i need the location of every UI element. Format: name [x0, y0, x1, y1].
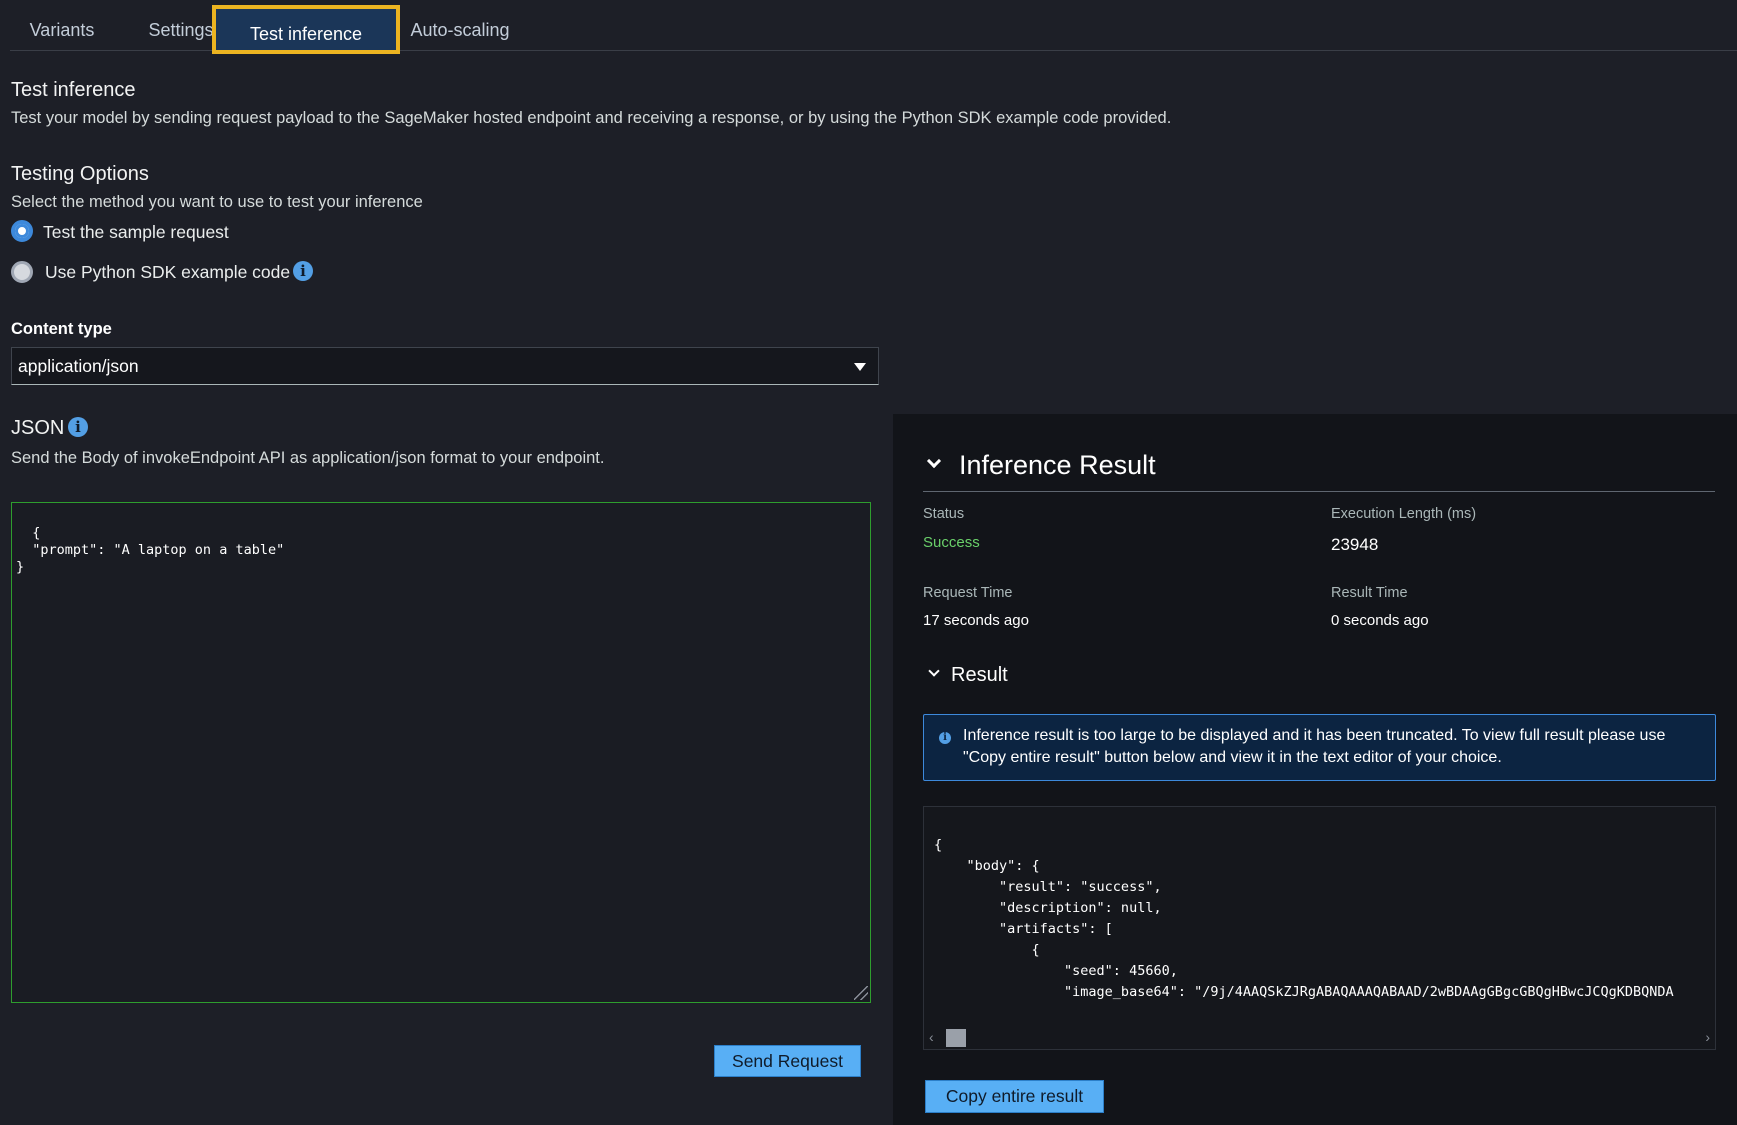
chevron-down-icon — [854, 363, 866, 371]
scrollbar-thumb[interactable] — [946, 1029, 966, 1047]
json-payload-editor[interactable]: { "prompt": "A laptop on a table" } — [11, 502, 871, 1003]
content-type-select[interactable]: application/json — [11, 347, 879, 385]
info-icon[interactable]: i — [293, 261, 313, 281]
inference-result-panel: Inference Result Status Success Executio… — [893, 414, 1737, 1125]
tab-auto-scaling[interactable]: Auto-scaling — [402, 10, 518, 50]
tab-variants[interactable]: Variants — [20, 10, 104, 50]
status-label: Status — [923, 506, 965, 522]
inference-result-header[interactable]: Inference Result — [923, 444, 1715, 492]
horizontal-scrollbar[interactable]: ‹ › — [924, 1027, 1715, 1049]
radio-label-python-sdk[interactable]: Use Python SDK example code — [45, 262, 290, 283]
tab-test-inference[interactable]: Test inference — [212, 5, 400, 54]
result-json-text: { "body": { "result": "success", "descri… — [934, 837, 1674, 1000]
scroll-right-icon[interactable]: › — [1705, 1029, 1710, 1045]
radio-label-test-sample[interactable]: Test the sample request — [43, 222, 229, 243]
inference-result-title: Inference Result — [959, 450, 1156, 480]
copy-entire-result-button[interactable]: Copy entire result — [925, 1080, 1104, 1113]
section-description: Test your model by sending request paylo… — [11, 109, 1172, 127]
alert-message: Inference result is too large to be disp… — [963, 727, 1666, 766]
chevron-down-icon[interactable] — [928, 665, 940, 677]
execution-length-label: Execution Length (ms) — [1331, 506, 1477, 522]
execution-length-value: 23948 — [1331, 535, 1379, 554]
json-description: Send the Body of invokeEndpoint API as a… — [11, 449, 605, 467]
chevron-down-icon[interactable] — [926, 453, 942, 469]
result-time-value: 0 seconds ago — [1331, 612, 1429, 629]
radio-python-sdk[interactable] — [11, 261, 33, 283]
info-icon: i — [939, 732, 951, 744]
resize-handle-icon[interactable] — [854, 986, 868, 1000]
info-icon[interactable]: i — [68, 417, 88, 437]
result-time-label: Result Time — [1331, 585, 1408, 601]
request-time-value: 17 seconds ago — [923, 612, 1029, 629]
content-type-value: application/json — [18, 356, 139, 376]
result-code-view[interactable]: { "body": { "result": "success", "descri… — [923, 806, 1716, 1050]
truncation-alert: i Inference result is too large to be di… — [923, 714, 1716, 781]
content-type-label: Content type — [11, 320, 112, 338]
testing-options-title: Testing Options — [11, 163, 149, 185]
json-title: JSON — [11, 417, 65, 439]
send-request-button[interactable]: Send Request — [714, 1045, 861, 1077]
testing-options-description: Select the method you want to use to tes… — [11, 193, 423, 211]
result-section-title[interactable]: Result — [951, 664, 1008, 687]
request-time-label: Request Time — [923, 585, 1013, 601]
scroll-left-icon[interactable]: ‹ — [929, 1029, 934, 1045]
json-payload-text: { "prompt": "A laptop on a table" } — [16, 525, 285, 575]
tab-bar: Variants Settings Test inference Auto-sc… — [10, 0, 1737, 54]
radio-test-sample-request[interactable] — [11, 220, 33, 242]
section-title-test-inference: Test inference — [11, 79, 136, 101]
status-value: Success — [923, 534, 980, 551]
